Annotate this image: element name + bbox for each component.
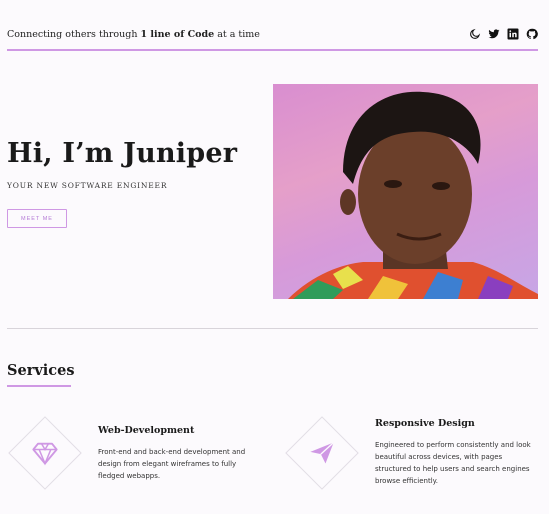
diamond-gem-icon	[32, 442, 58, 466]
services-heading: Services	[7, 362, 75, 379]
tagline-bold: 1 line of Code	[140, 29, 215, 40]
linkedin-icon[interactable]	[507, 28, 519, 40]
tagline: Connecting others through 1 line of Code…	[7, 29, 260, 40]
tagline-prefix: Connecting others through	[7, 29, 141, 40]
moon-icon[interactable]	[469, 28, 481, 40]
top-bar: Connecting others through 1 line of Code…	[7, 26, 538, 50]
tagline-suffix: at a time	[214, 29, 260, 40]
header-underline	[7, 49, 538, 51]
service-description: Front-end and back-end development and d…	[98, 448, 246, 480]
paper-plane-icon	[310, 441, 335, 464]
github-icon[interactable]	[526, 28, 538, 40]
service-icon-responsive-design	[285, 416, 359, 490]
service-title: Web-Development	[98, 425, 195, 436]
social-links	[469, 28, 538, 40]
meet-me-button[interactable]: MEET ME	[7, 209, 67, 228]
hero-subtitle: YOUR NEW SOFTWARE ENGINEER	[7, 181, 168, 190]
services-underline	[7, 385, 71, 387]
profile-photo	[273, 84, 538, 299]
twitter-icon[interactable]	[488, 28, 500, 40]
service-icon-web-development	[8, 416, 82, 490]
service-title: Responsive Design	[375, 418, 475, 429]
section-divider	[7, 328, 538, 329]
hero-title: Hi, I’m Juniper	[7, 138, 238, 169]
service-description: Engineered to perform consistently and l…	[375, 441, 531, 485]
